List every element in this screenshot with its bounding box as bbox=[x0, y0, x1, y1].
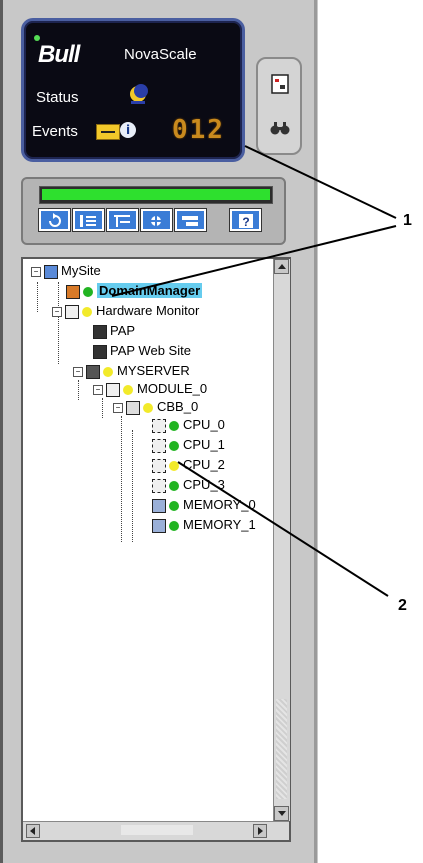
callout-2: 2 bbox=[398, 597, 407, 614]
callout-line-2 bbox=[177, 461, 389, 597]
callout-1: 1 bbox=[403, 212, 412, 229]
callout-line-1b bbox=[111, 225, 397, 297]
callout-line-1a bbox=[244, 145, 397, 219]
callout-lines bbox=[111, 145, 397, 597]
